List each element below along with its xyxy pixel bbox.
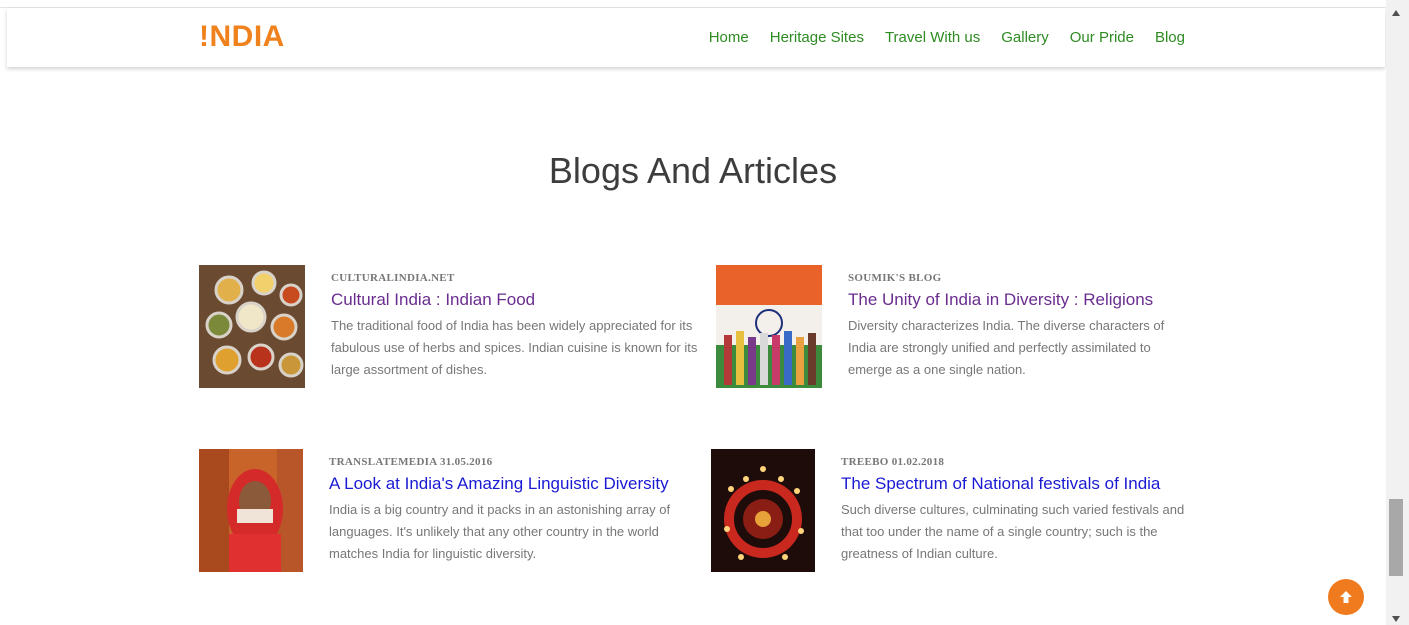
article-thumbnail[interactable] (711, 449, 815, 572)
arrow-up-icon (1340, 591, 1352, 603)
india-flag-people-image (716, 265, 822, 388)
article-description: Such diverse cultures, culminating such … (841, 502, 1185, 561)
scroll-down-arrow-icon[interactable] (1392, 616, 1400, 622)
main-nav: Home Heritage Sites Travel With us Galle… (688, 29, 1185, 46)
nav-our-pride[interactable]: Our Pride (1070, 29, 1134, 46)
article-title-link[interactable]: The Unity of India in Diversity : Religi… (848, 290, 1196, 310)
article-text: TREEBO 01.02.2018 The Spectrum of Nation… (841, 449, 1201, 565)
article-card: SOUMIK'S BLOG The Unity of India in Dive… (716, 265, 1196, 389)
diwali-diyas-image (711, 449, 815, 572)
article-description: India is a big country and it packs in a… (329, 502, 671, 561)
article-thumbnail[interactable] (199, 449, 303, 572)
article-card: TREEBO 01.02.2018 The Spectrum of Nation… (711, 449, 1201, 573)
article-thumbnail[interactable] (716, 265, 822, 388)
article-card: TRANSLATEMEDIA 31.05.2016 A Look at Indi… (199, 449, 704, 573)
article-description: Diversity characterizes India. The diver… (848, 318, 1165, 377)
nav-heritage-sites[interactable]: Heritage Sites (770, 29, 864, 46)
article-thumbnail[interactable] (199, 265, 305, 388)
scrollbar-thumb[interactable] (1389, 499, 1403, 576)
article-source: TREEBO 01.02.2018 (841, 456, 945, 468)
site-header: !NDIA Home Heritage Sites Travel With us… (7, 8, 1385, 67)
article-text: SOUMIK'S BLOG The Unity of India in Dive… (848, 265, 1196, 381)
nav-home[interactable]: Home (709, 29, 749, 46)
rajasthani-woman-image (199, 449, 303, 572)
article-card: CULTURALINDIA.NET Cultural India : India… (199, 265, 709, 389)
browser-top-edge (0, 0, 1386, 8)
article-text: CULTURALINDIA.NET Cultural India : India… (331, 265, 709, 381)
article-source: TRANSLATEMEDIA 31.05.2016 (329, 456, 493, 468)
nav-gallery[interactable]: Gallery (1001, 29, 1049, 46)
article-source: CULTURALINDIA.NET (331, 272, 455, 284)
article-title-link[interactable]: Cultural India : Indian Food (331, 290, 709, 310)
article-source: SOUMIK'S BLOG (848, 272, 942, 284)
nav-blog[interactable]: Blog (1155, 29, 1185, 46)
article-title-link[interactable]: The Spectrum of National festivals of In… (841, 474, 1201, 494)
scroll-to-top-button[interactable] (1328, 579, 1364, 615)
scroll-up-arrow-icon[interactable] (1392, 10, 1400, 16)
page-scrollbar[interactable] (1386, 0, 1409, 625)
article-title-link[interactable]: A Look at India's Amazing Linguistic Div… (329, 474, 704, 494)
site-logo[interactable]: !NDIA (199, 20, 285, 54)
article-description: The traditional food of India has been w… (331, 318, 698, 377)
food-thali-image (199, 265, 305, 388)
section-title: Blogs And Articles (548, 150, 838, 191)
article-text: TRANSLATEMEDIA 31.05.2016 A Look at Indi… (329, 449, 704, 565)
nav-travel-with-us[interactable]: Travel With us (885, 29, 980, 46)
